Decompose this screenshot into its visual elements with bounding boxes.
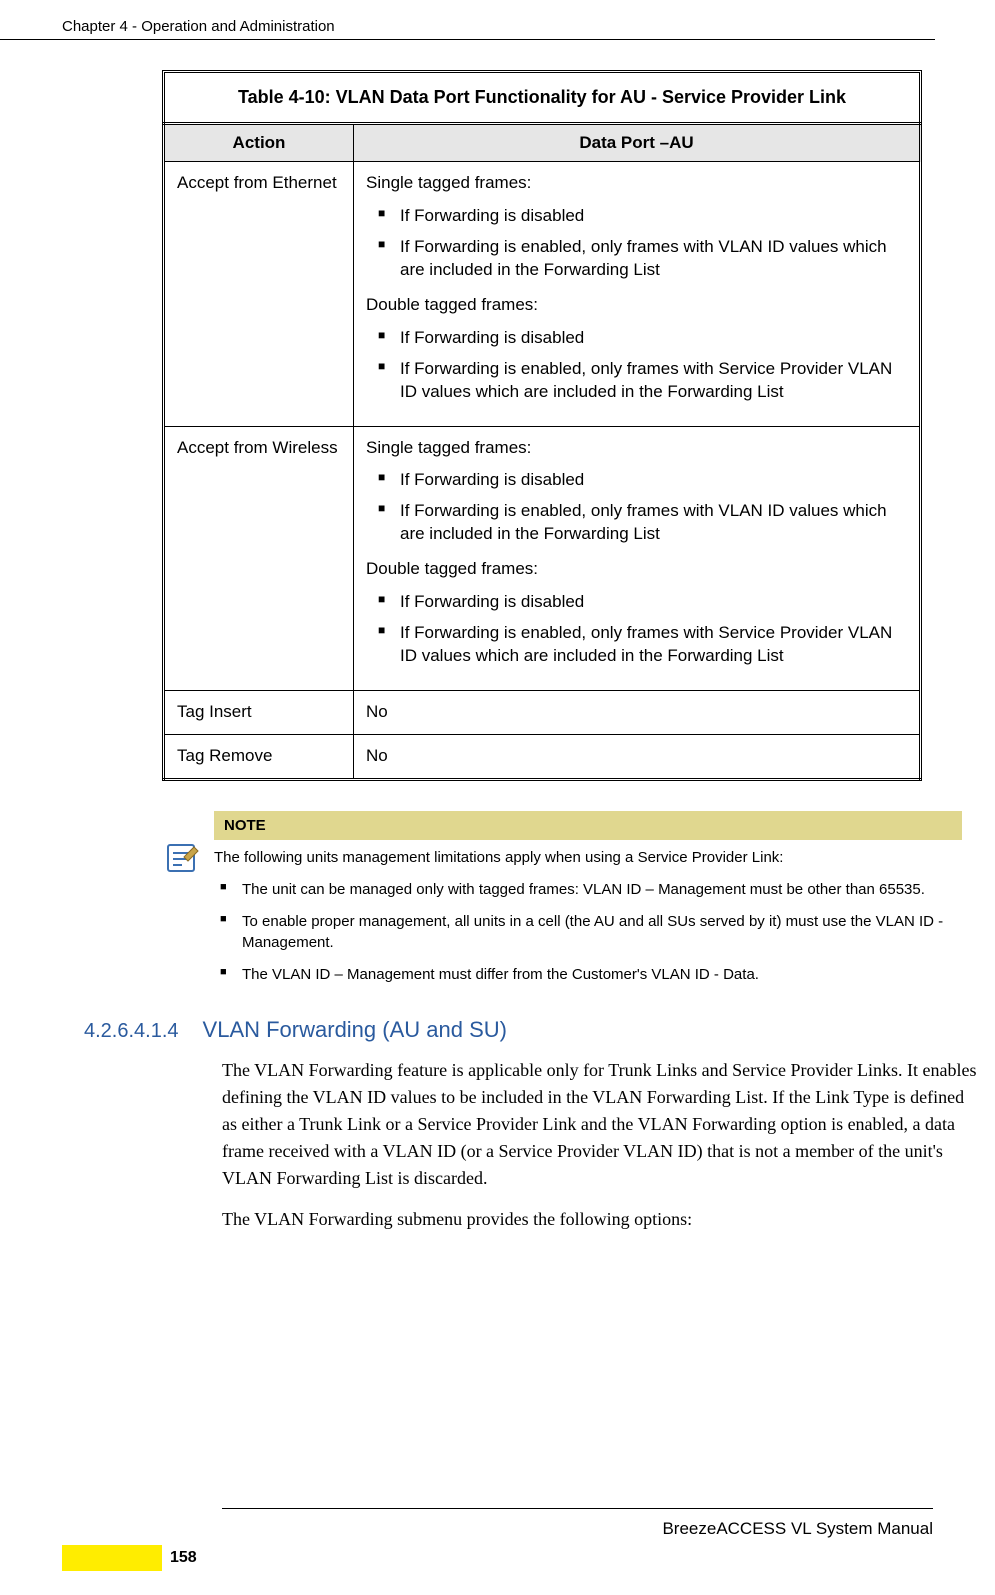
list-item: If Forwarding is enabled, only frames wi… — [366, 496, 907, 550]
double-label: Double tagged frames: — [366, 294, 907, 317]
bullet-list: If Forwarding is disabled If Forwarding … — [366, 201, 907, 286]
note-list: The unit can be managed only with tagged… — [214, 874, 962, 991]
table-row: Tag Remove No — [164, 734, 921, 779]
cell-dataport: Single tagged frames: If Forwarding is d… — [354, 426, 921, 691]
th-dataport: Data Port –AU — [354, 124, 921, 162]
page-number-block: 158 — [62, 1545, 933, 1571]
table-wrap: Table 4-10: VLAN Data Port Functionality… — [162, 70, 922, 781]
chapter-title: Chapter 4 - Operation and Administration — [62, 18, 335, 35]
note-icon — [162, 841, 202, 877]
cell-action: Accept from Ethernet — [164, 162, 354, 427]
cell-action: Accept from Wireless — [164, 426, 354, 691]
list-item: If Forwarding is disabled — [366, 465, 907, 496]
page-content: Table 4-10: VLAN Data Port Functionality… — [0, 70, 995, 1233]
list-item: The unit can be managed only with tagged… — [214, 874, 962, 906]
section-title: VLAN Forwarding (AU and SU) — [203, 1017, 507, 1043]
cell-action: Tag Insert — [164, 691, 354, 735]
list-item: If Forwarding is disabled — [366, 201, 907, 232]
bullet-list: If Forwarding is disabled If Forwarding … — [366, 587, 907, 672]
cell-dataport: Single tagged frames: If Forwarding is d… — [354, 162, 921, 427]
vlan-table: Table 4-10: VLAN Data Port Functionality… — [162, 70, 922, 781]
table-caption: Table 4-10: VLAN Data Port Functionality… — [162, 70, 922, 122]
page-number: 158 — [162, 1549, 197, 1567]
body-paragraph: The VLAN Forwarding submenu provides the… — [222, 1206, 982, 1233]
bullet-list: If Forwarding is disabled If Forwarding … — [366, 323, 907, 408]
cell-value: No — [354, 734, 921, 779]
cell-value: No — [354, 691, 921, 735]
section-heading: 4.2.6.4.1.4 VLAN Forwarding (AU and SU) — [84, 1017, 933, 1043]
list-item: If Forwarding is disabled — [366, 323, 907, 354]
list-item: To enable proper management, all units i… — [214, 906, 962, 959]
list-item: The VLAN ID – Management must differ fro… — [214, 959, 962, 991]
footer-rule — [222, 1508, 933, 1509]
page-footer: BreezeACCESS VL System Manual 158 — [0, 1508, 995, 1571]
note-title: NOTE — [214, 811, 962, 840]
page-header: Chapter 4 - Operation and Administration — [0, 0, 935, 40]
cell-action: Tag Remove — [164, 734, 354, 779]
table-row: Accept from Ethernet Single tagged frame… — [164, 162, 921, 427]
list-item: If Forwarding is enabled, only frames wi… — [366, 618, 907, 672]
yellow-bar — [62, 1545, 162, 1571]
table-row: Accept from Wireless Single tagged frame… — [164, 426, 921, 691]
list-item: If Forwarding is disabled — [366, 587, 907, 618]
footer-manual: BreezeACCESS VL System Manual — [62, 1519, 933, 1539]
note-section: NOTE The following units management limi… — [162, 811, 962, 997]
th-action: Action — [164, 124, 354, 162]
list-item: If Forwarding is enabled, only frames wi… — [366, 354, 907, 408]
section-number: 4.2.6.4.1.4 — [84, 1020, 179, 1043]
single-label: Single tagged frames: — [366, 172, 907, 195]
single-label: Single tagged frames: — [366, 437, 907, 460]
table-row: Tag Insert No — [164, 691, 921, 735]
double-label: Double tagged frames: — [366, 558, 907, 581]
body-paragraph: The VLAN Forwarding feature is applicabl… — [222, 1057, 982, 1192]
note-body: NOTE The following units management limi… — [214, 811, 962, 997]
bullet-list: If Forwarding is disabled If Forwarding … — [366, 465, 907, 550]
note-intro: The following units management limitatio… — [214, 848, 962, 868]
list-item: If Forwarding is enabled, only frames wi… — [366, 232, 907, 286]
